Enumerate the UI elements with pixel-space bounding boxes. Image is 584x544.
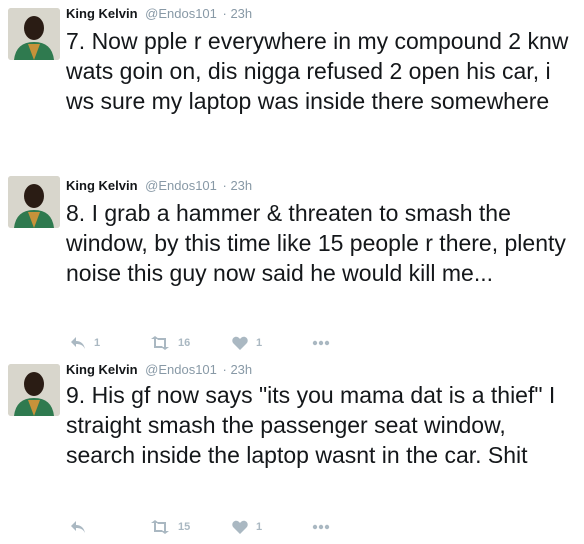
retweet-icon [151, 336, 169, 350]
reply-icon [71, 337, 85, 349]
author-handle[interactable]: @Endos101 [145, 178, 217, 193]
like-count: 1 [256, 521, 263, 533]
retweet-count: 16 [178, 337, 191, 349]
tweet-7[interactable]: King Kelvin @Endos101 · 23h 7. Now pple … [0, 0, 584, 160]
retweet-button[interactable]: 16 [150, 334, 190, 352]
tweet-text: 8. I grab a hammer & threaten to smash t… [66, 200, 566, 286]
more-button[interactable] [312, 334, 330, 352]
more-icon [312, 524, 330, 530]
avatar[interactable] [8, 8, 60, 60]
tweet-actions: 15 1 [70, 518, 470, 536]
reply-button[interactable] [70, 518, 86, 536]
author-name[interactable]: King Kelvin [66, 178, 138, 193]
author-name[interactable]: King Kelvin [66, 362, 138, 377]
tweet-9[interactable]: King Kelvin @Endos101 · 23h 9. His gf no… [0, 356, 584, 544]
reply-icon [71, 521, 85, 533]
like-button[interactable]: 1 [232, 518, 262, 536]
heart-icon [232, 520, 248, 534]
author-handle[interactable]: @Endos101 [145, 6, 217, 21]
like-button[interactable]: 1 [232, 334, 262, 352]
author-handle[interactable]: @Endos101 [145, 362, 217, 377]
avatar-image [8, 364, 60, 416]
like-count: 1 [256, 337, 263, 349]
tweet-8[interactable]: King Kelvin @Endos101 · 23h 8. I grab a … [0, 172, 584, 352]
more-icon [312, 340, 330, 346]
tweet-text: 9. His gf now says "its you mama dat is … [66, 382, 556, 468]
avatar-image [8, 8, 60, 60]
author-name[interactable]: King Kelvin [66, 6, 138, 21]
retweet-icon [151, 520, 169, 534]
tweet-actions: 1 16 1 [70, 334, 470, 352]
avatar[interactable] [8, 364, 60, 416]
tweet-time[interactable]: · 23h [223, 6, 253, 21]
tweet-time[interactable]: · 23h [223, 178, 253, 193]
more-button[interactable] [312, 518, 330, 536]
avatar-image [8, 176, 60, 228]
avatar[interactable] [8, 176, 60, 228]
heart-icon [232, 336, 248, 350]
retweet-button[interactable]: 15 [150, 518, 190, 536]
tweet-text: 7. Now pple r everywhere in my compound … [66, 28, 569, 114]
tweet-time[interactable]: · 23h [223, 362, 253, 377]
reply-button[interactable]: 1 [70, 334, 100, 352]
retweet-count: 15 [178, 521, 191, 533]
reply-count: 1 [94, 337, 101, 349]
